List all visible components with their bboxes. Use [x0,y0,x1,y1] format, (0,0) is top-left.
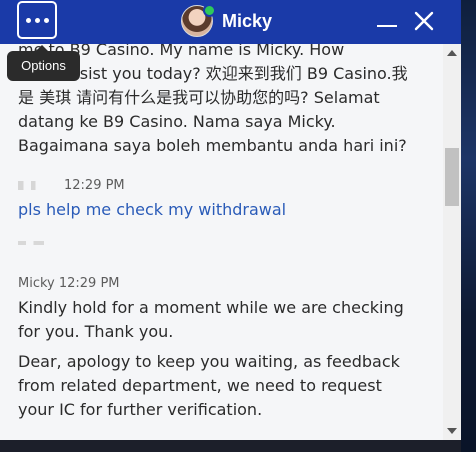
scroll-up-arrow-icon[interactable] [447,50,457,56]
minimize-icon [377,25,397,27]
agent-message-meta: Micky 12:29 PM [18,276,120,291]
options-tooltip: Options [7,45,80,81]
user-message-meta: 12:29 PM [18,178,125,194]
chat-header: Micky [0,0,461,44]
agent-name: Micky [222,11,273,31]
message-scrollbar[interactable] [443,44,461,440]
ellipsis-icon [25,17,31,23]
agent-reply-2-line-3: your IC for further verification. [18,400,263,419]
agent-reply-2-line-1: Dear, apology to keep you waiting, as fe… [18,352,400,371]
redacted-username [18,181,62,190]
background-page-bottom [0,440,461,452]
close-button[interactable] [412,9,436,33]
greeting-line-5: Bagaimana saya boleh membantu anda hari … [18,136,407,155]
greeting-line-4: datang ke B9 Casino. Nama saya Micky. [18,112,336,131]
scrollbar-thumb[interactable] [445,148,459,206]
ellipsis-icon-dot-3 [43,17,49,23]
user-message: pls help me check my withdrawal [18,200,287,219]
scroll-down-arrow-icon[interactable] [447,428,457,434]
online-status-indicator [203,4,216,17]
greeting-line-3: 是 美琪 请问有什么是我可以协助您的吗? Selamat [18,88,380,107]
user-message-time: 12:29 PM [64,178,125,193]
ellipsis-icon-dot-2 [34,17,40,23]
options-button[interactable] [17,1,57,39]
background-page-edge [461,0,476,452]
redacted-status [18,241,44,245]
agent-reply-1-line-2: for you. Thank you. [18,322,174,341]
close-icon [414,11,434,31]
minimize-button[interactable] [375,10,399,34]
chat-widget: Micky me to B9 Casino. My name is Micky.… [0,0,461,440]
message-list: me to B9 Casino. My name is Micky. How c… [0,44,443,440]
agent-reply-2-line-2: from related department, we need to requ… [18,376,382,395]
agent-reply-1-line-1: Kindly hold for a moment while we are ch… [18,298,404,317]
